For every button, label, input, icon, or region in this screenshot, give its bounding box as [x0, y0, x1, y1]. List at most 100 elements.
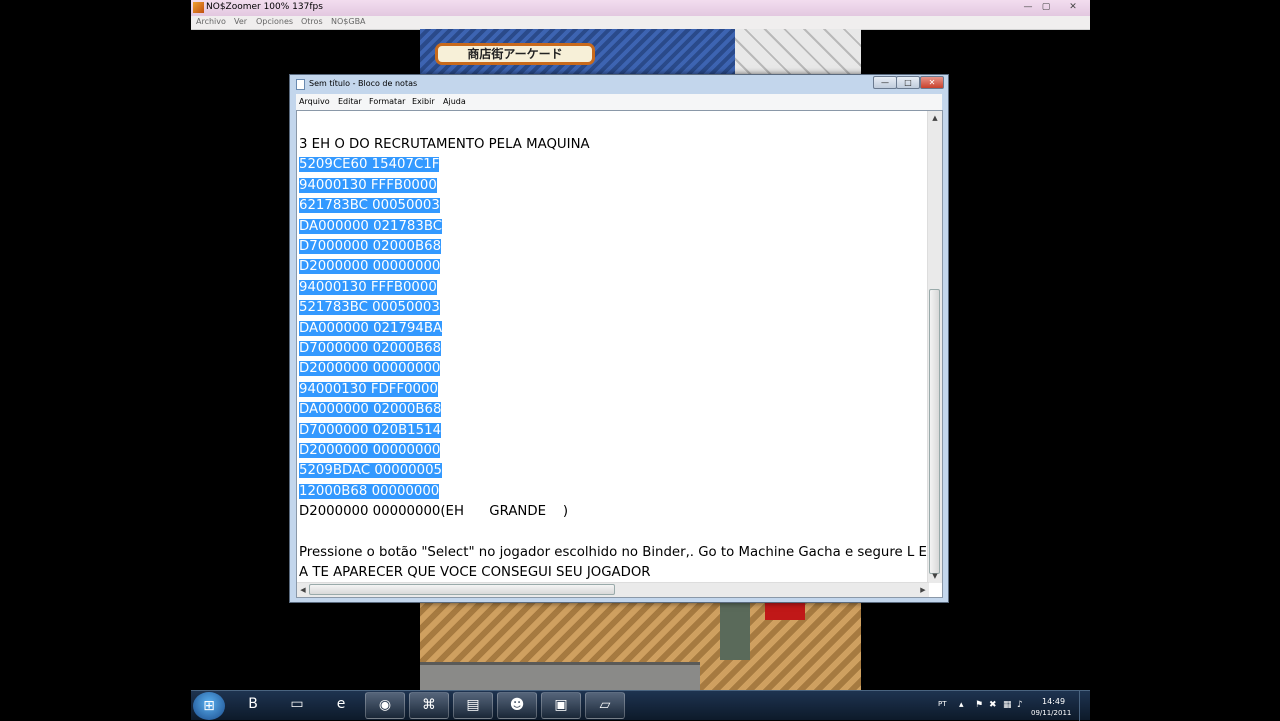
tray-volume-icon[interactable]: ♪ — [1017, 700, 1023, 710]
notepad-line: 521783BC 00050003 — [299, 298, 440, 317]
notepad-line-text: Pressione o botão "Select" no jogador es… — [299, 545, 927, 560]
notepad-line-text: 3 EH O DO RECRUTAMENTO PELA MAQUINA — [299, 137, 590, 152]
notepad-line: 5209BDAC 00000005 — [299, 461, 443, 480]
notepad-line-text: 12000B68 00000000 — [299, 483, 440, 499]
notepad-line: 94000130 FDFF0000 — [299, 380, 438, 399]
scroll-down-arrow-icon[interactable]: ▼ — [929, 570, 941, 582]
notepad-horizontal-scroll-thumb[interactable] — [309, 584, 615, 595]
notepad-line-text: D7000000 02000B68 — [299, 341, 442, 356]
notepad-line-text: D2000000 00000000 — [299, 443, 441, 458]
emulator-minimize-button[interactable]: — — [1018, 1, 1038, 14]
taskbar-internet-explorer-icon[interactable]: e — [321, 692, 361, 719]
notepad-line-text: D2000000 00000000 — [299, 361, 441, 377]
notepad-line: Pressione o botão "Select" no jogador es… — [299, 543, 927, 562]
notepad-icon — [296, 79, 305, 90]
notepad-line-text: 521783BC 00050003 — [299, 300, 440, 316]
notepad-line-text: D2000000 00000000(EH GRANDE ) — [299, 504, 569, 520]
notepad-menubar: Arquivo Editar Formatar Exibir Ajuda — [296, 94, 942, 110]
taskbar-game-character-icon[interactable]: ☻ — [497, 692, 537, 719]
tray-flag-icon[interactable]: ⚑ — [975, 700, 983, 710]
notepad-text-area[interactable]: 3 EH O DO RECRUTAMENTO PELA MAQUINA 5209C… — [296, 110, 943, 598]
notepad-line: D2000000 00000000 — [299, 359, 441, 378]
game-tile-floor — [735, 29, 861, 77]
notepad-close-button[interactable]: ✕ — [920, 76, 944, 89]
notepad-line: A TE APARECER QUE VOCE CONSEGUI SEU JOGA… — [299, 563, 651, 582]
notepad-line-text: 94000130 FFFB0000 — [299, 279, 437, 295]
game-character — [765, 600, 805, 620]
scroll-up-arrow-icon[interactable]: ▲ — [929, 112, 941, 124]
taskbar-network-app-icon[interactable]: ⌘ — [409, 692, 449, 719]
notepad-line: 12000B68 00000000 — [299, 482, 440, 501]
notepad-line: D7000000 020B1514 — [299, 421, 442, 440]
notepad-horizontal-scrollbar[interactable]: ◀ ▶ — [297, 582, 929, 597]
taskbar-notepad-app-icon[interactable]: ▤ — [453, 692, 493, 719]
notepad-line: D7000000 02000B68 — [299, 339, 442, 358]
notepad-line: 5209CE60 15407C1F — [299, 155, 440, 174]
notepad-line: 94000130 FFFB0000 — [299, 278, 437, 297]
notepad-window: Sem título - Bloco de notas — □ ✕ Arquiv… — [289, 74, 949, 603]
notepad-line: 3 EH O DO RECRUTAMENTO PELA MAQUINA — [299, 135, 590, 154]
show-desktop-button[interactable] — [1079, 691, 1090, 721]
notepad-line-text: DA000000 021783BC — [299, 218, 443, 234]
notepad-line-text: D2000000 00000000 — [299, 259, 441, 275]
notepad-line: D7000000 02000B68 — [299, 237, 442, 256]
taskbar-folder-icon[interactable]: ▭ — [277, 692, 317, 719]
game-top-screen[interactable]: 商店街アーケード — [420, 29, 861, 77]
game-pillar — [720, 600, 750, 660]
notepad-maximize-button[interactable]: □ — [896, 76, 920, 89]
notepad-menu-exibir[interactable]: Exibir — [412, 97, 435, 106]
emulator-close-button[interactable]: ✕ — [1063, 1, 1083, 14]
notepad-line-text: DA000000 021794BA — [299, 320, 443, 336]
notepad-menu-formatar[interactable]: Formatar — [369, 97, 405, 106]
windows-logo-icon: ⊞ — [203, 698, 215, 714]
emulator-menu-otros[interactable]: Otros — [301, 17, 323, 26]
notepad-line: D2000000 00000000 — [299, 257, 441, 276]
notepad-menu-ajuda[interactable]: Ajuda — [443, 97, 466, 106]
taskbar-tool-app-icon[interactable]: ▣ — [541, 692, 581, 719]
notepad-line: D2000000 00000000(EH GRANDE ) — [299, 502, 568, 521]
notepad-menu-arquivo[interactable]: Arquivo — [299, 97, 330, 106]
tray-security-icon[interactable]: ✖ — [989, 700, 997, 710]
game-location-banner: 商店街アーケード — [435, 43, 595, 65]
tray-network-icon[interactable]: ▦ — [1003, 700, 1012, 710]
notepad-titlebar[interactable]: Sem título - Bloco de notas — □ ✕ — [290, 75, 948, 93]
notepad-line-text: 94000130 FFFB0000 — [299, 177, 437, 193]
clock-time[interactable]: 14:49 — [1042, 697, 1065, 706]
notepad-title: Sem título - Bloco de notas — [309, 79, 418, 88]
emulator-titlebar[interactable]: NO$Zoomer 100% 137fps — ▢ ✕ — [191, 0, 1090, 16]
tray-expand-icon[interactable]: ▴ — [959, 700, 964, 710]
game-bottom-screen[interactable] — [420, 600, 861, 690]
notepad-line: 621783BC 00050003 — [299, 196, 440, 215]
taskbar-b-app-icon[interactable]: B — [233, 692, 273, 719]
emulator-menu-nosgba[interactable]: NO$GBA — [331, 17, 366, 26]
notepad-vertical-scrollbar[interactable]: ▲ ▼ — [927, 111, 942, 583]
emulator-menu-opciones[interactable]: Opciones — [256, 17, 293, 26]
notepad-line-text: DA000000 02000B68 — [299, 402, 442, 418]
taskbar-notepad-icon[interactable]: ▱ — [585, 692, 625, 719]
emulator-menu-ver[interactable]: Ver — [234, 17, 247, 26]
emulator-menu-archivo[interactable]: Archivo — [196, 17, 226, 26]
notepad-menu-editar[interactable]: Editar — [338, 97, 362, 106]
notepad-line-text: A TE APARECER QUE VOCE CONSEGUI SEU JOGA… — [299, 565, 651, 581]
notepad-line: DA000000 02000B68 — [299, 400, 442, 419]
notepad-line-text: 5209BDAC 00000005 — [299, 463, 443, 479]
notepad-line-text: 94000130 FDFF0000 — [299, 381, 438, 397]
notepad-minimize-button[interactable]: — — [873, 76, 897, 89]
clock-date[interactable]: 09/11/2011 — [1031, 709, 1071, 717]
emulator-app-icon — [193, 2, 204, 13]
notepad-line-text: 5209CE60 15407C1F — [299, 157, 440, 173]
taskbar-chrome-icon[interactable]: ◉ — [365, 692, 405, 719]
notepad-line: DA000000 021794BA — [299, 319, 443, 338]
start-button[interactable]: ⊞ — [193, 692, 225, 720]
tray-language[interactable]: PT — [938, 700, 947, 708]
emulator-title: NO$Zoomer 100% 137fps — [206, 2, 323, 12]
taskbar: ⊞ B ▭ e ◉ ⌘ ▤ ☻ ▣ ▱ PT ▴ ⚑ ✖ ▦ ♪ 14:49 0… — [191, 690, 1090, 721]
notepad-line-text: D7000000 02000B68 — [299, 239, 442, 254]
notepad-line-text: D7000000 020B1514 — [299, 422, 442, 438]
emulator-maximize-button[interactable]: ▢ — [1036, 1, 1056, 14]
notepad-line: DA000000 021783BC — [299, 217, 443, 236]
scroll-right-arrow-icon[interactable]: ▶ — [917, 584, 929, 596]
scroll-left-arrow-icon[interactable]: ◀ — [297, 584, 309, 596]
notepad-vertical-scroll-thumb[interactable] — [929, 289, 940, 574]
game-stone-ledge — [420, 662, 700, 690]
